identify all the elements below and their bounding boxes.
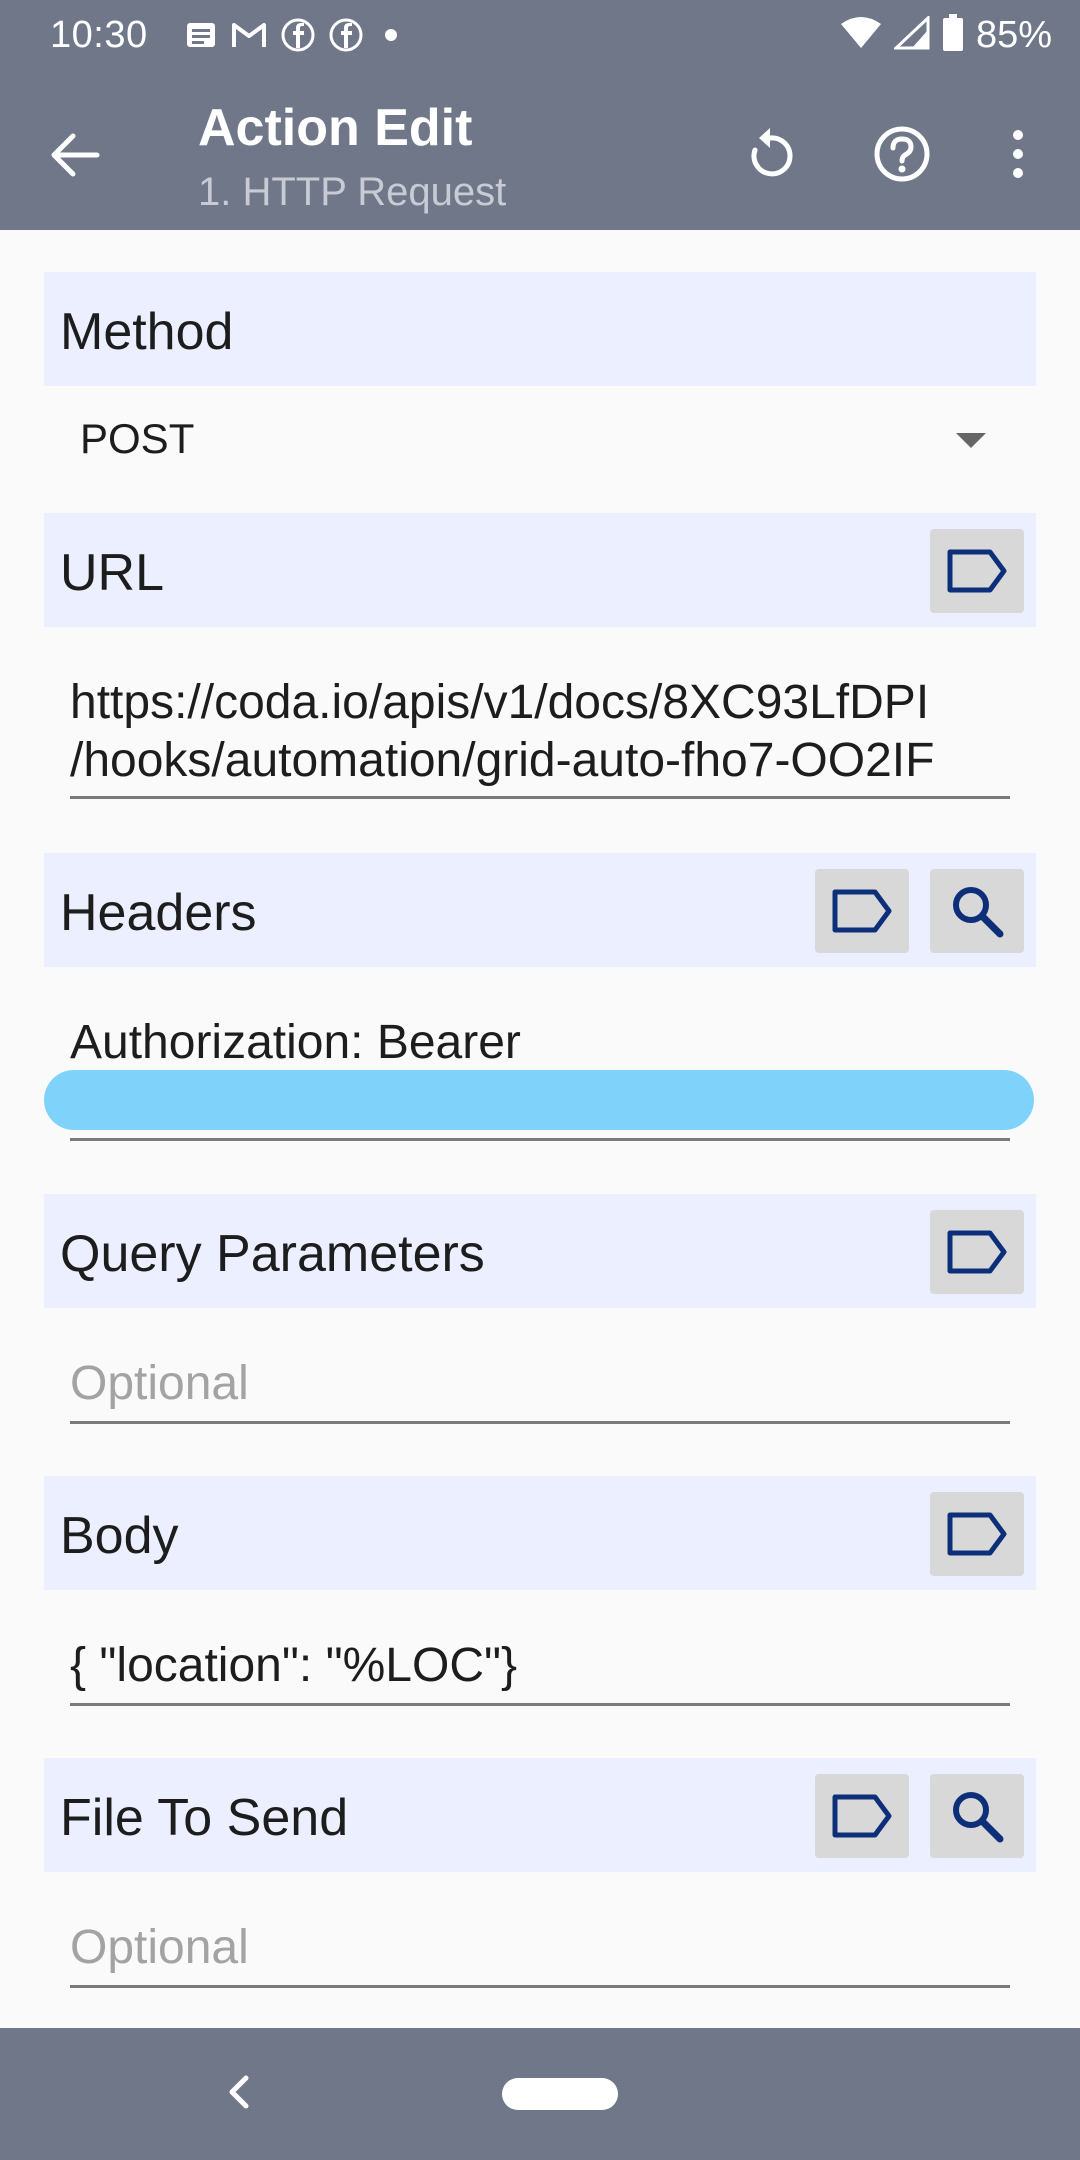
body-label: Body <box>60 1507 179 1565</box>
redaction-mark <box>44 1070 1034 1130</box>
label-icon <box>947 1230 1007 1274</box>
method-dropdown[interactable]: POST <box>80 415 1000 475</box>
undo-button[interactable] <box>734 118 806 190</box>
back-button[interactable] <box>40 120 110 190</box>
body-value: { "location": "%LOC"} <box>70 1639 518 1692</box>
method-header: Method <box>44 272 1036 386</box>
battery-percentage: 85% <box>975 14 1052 56</box>
file-to-send-label: File To Send <box>60 1789 349 1847</box>
help-button[interactable] <box>866 118 938 190</box>
url-label: URL <box>60 544 165 602</box>
search-icon <box>953 887 1004 938</box>
label-icon <box>947 549 1007 593</box>
facebook-icon <box>329 18 363 57</box>
label-icon <box>832 889 892 933</box>
system-icons: 85% <box>840 14 1052 57</box>
page-subtitle: 1. HTTP Request <box>198 170 507 214</box>
file-to-send-field[interactable]: Optional <box>70 1919 1010 1988</box>
notification-icons <box>185 18 405 57</box>
url-value-line1: https://coda.io/apis/v1/docs/8XC93LfDPI <box>70 676 930 729</box>
query-parameters-label: Query Parameters <box>60 1225 485 1283</box>
url-value-line2: /hooks/automation/grid-auto-fho7-OO2IF <box>70 734 935 787</box>
status-bar: 10:30 85% <box>0 0 1080 78</box>
facebook-icon <box>281 18 315 57</box>
more-options-button[interactable] <box>982 118 1054 190</box>
more-vert-icon <box>1013 130 1023 178</box>
body-variable-button[interactable] <box>930 1492 1024 1576</box>
chevron-left-icon <box>229 2075 249 2109</box>
battery-icon <box>942 14 964 57</box>
dropdown-arrow-icon <box>956 433 986 448</box>
gmail-icon <box>231 20 267 55</box>
nav-back-button[interactable] <box>224 2072 254 2117</box>
query-parameters-field[interactable]: Optional <box>70 1355 1010 1424</box>
message-icon <box>185 19 217 56</box>
wifi-icon <box>840 16 882 55</box>
home-pill-button[interactable] <box>502 2078 618 2110</box>
method-value: POST <box>80 415 195 462</box>
app-bar: Action Edit 1. HTTP Request <box>0 78 1080 230</box>
file-to-send-header: File To Send <box>44 1758 1036 1872</box>
body-field[interactable]: { "location": "%LOC"} <box>70 1637 1010 1706</box>
query-parameters-header: Query Parameters <box>44 1194 1036 1308</box>
label-icon <box>832 1794 892 1838</box>
help-icon <box>874 126 930 182</box>
dot-icon <box>377 21 405 54</box>
headers-label: Headers <box>60 884 257 942</box>
file-to-send-search-button[interactable] <box>930 1774 1024 1858</box>
page-title: Action Edit <box>198 99 473 157</box>
arrow-back-icon <box>51 133 100 177</box>
search-icon <box>953 1792 1004 1843</box>
headers-search-button[interactable] <box>930 869 1024 953</box>
file-to-send-placeholder: Optional <box>70 1921 249 1974</box>
file-to-send-variable-button[interactable] <box>815 1774 909 1858</box>
headers-variable-button[interactable] <box>815 869 909 953</box>
query-parameters-variable-button[interactable] <box>930 1210 1024 1294</box>
headers-value: Authorization: Bearer <box>70 1016 521 1069</box>
body-header: Body <box>44 1476 1036 1590</box>
navigation-bar <box>0 2028 1080 2160</box>
undo-icon <box>751 128 793 177</box>
query-parameters-placeholder: Optional <box>70 1357 249 1410</box>
signal-icon <box>892 14 930 55</box>
url-header: URL <box>44 513 1036 627</box>
method-label: Method <box>60 303 234 361</box>
url-field[interactable]: https://coda.io/apis/v1/docs/8XC93LfDPI … <box>70 674 1010 799</box>
url-variable-button[interactable] <box>930 529 1024 613</box>
label-icon <box>947 1512 1007 1556</box>
status-time: 10:30 <box>50 14 148 56</box>
headers-header: Headers <box>44 853 1036 967</box>
